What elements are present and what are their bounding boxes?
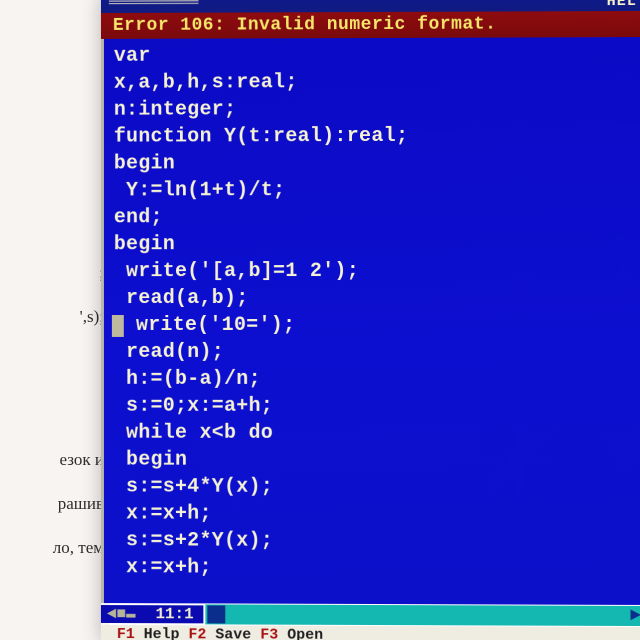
function-key-hints: F1 Help F2 Save F3 Open xyxy=(101,625,640,640)
code-editor[interactable]: varx,a,b,h,s:real;n:integer;function Y(t… xyxy=(101,37,640,605)
status-bar: ◄■▬ 11:1 ► xyxy=(101,603,640,627)
cursor-position: 11:1 xyxy=(142,605,204,623)
text-cursor xyxy=(112,315,124,337)
doc-frag: рашив xyxy=(0,491,104,517)
f2-label: Save xyxy=(206,626,260,640)
code-text: varx,a,b,h,s:real;n:integer;function Y(t… xyxy=(114,41,639,583)
error-bar: Error 106: Invalid numeric format. xyxy=(101,11,640,39)
f3-key[interactable]: F3 xyxy=(260,627,278,640)
horizontal-scrollbar[interactable]: ► xyxy=(206,604,640,626)
menu-help[interactable]: HEL xyxy=(607,0,637,10)
f1-label: Help xyxy=(135,626,189,640)
turbo-pascal-ide: ══════════ HEL Error 106: Invalid numeri… xyxy=(101,0,640,640)
f1-key[interactable]: F1 xyxy=(117,626,135,640)
scroll-right-icon[interactable]: ► xyxy=(630,606,640,626)
background-document: ; ',s); езок и рашив ло, тем xyxy=(0,0,110,640)
scrollbar-thumb[interactable] xyxy=(208,605,226,623)
doc-frag: ; xyxy=(0,260,104,286)
f2-key[interactable]: F2 xyxy=(188,626,206,640)
f3-label: Open xyxy=(278,627,323,640)
doc-frag: езок и xyxy=(0,447,104,473)
frame-border: ══════════ xyxy=(109,0,199,12)
doc-frag: ',s); xyxy=(0,304,104,330)
scroll-left-icon[interactable]: ◄■▬ xyxy=(101,605,142,623)
doc-frag: ло, тем xyxy=(0,535,104,561)
